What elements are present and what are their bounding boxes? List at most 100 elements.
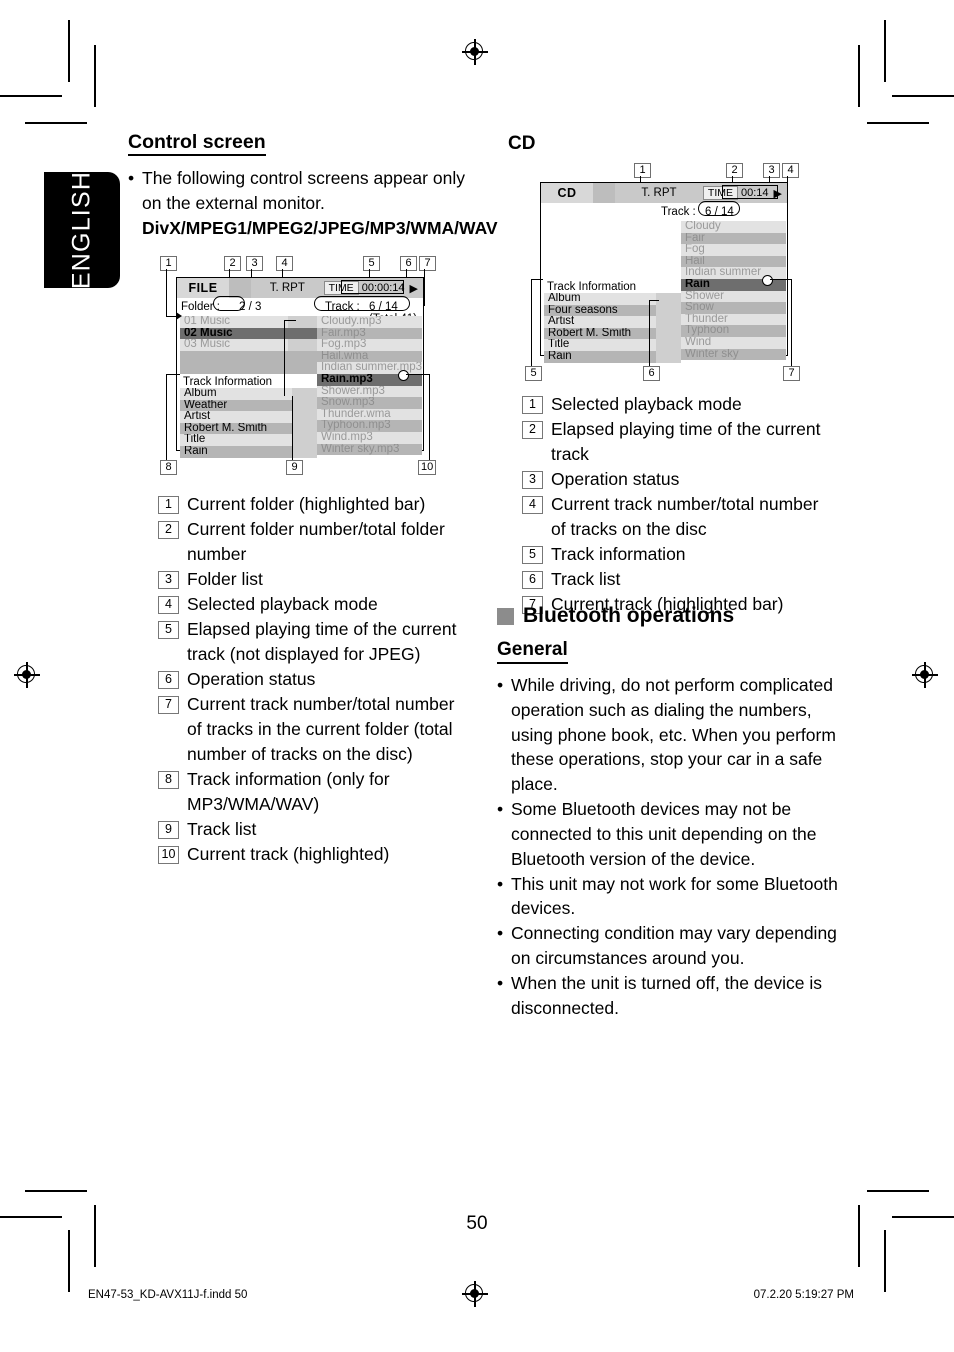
play-triangle-icon: ▶ [409,282,418,295]
legend-text: Track information (only for MP3/WMA/WAV) [187,769,390,815]
leader-line [649,300,659,302]
general-bullet: • Connecting condition may vary dependin… [497,921,842,971]
callout-9: 9 [286,460,303,475]
cd-track-list-item[interactable]: Fog [681,244,786,256]
crop-mark [68,1230,70,1292]
general-heading: General [497,639,568,664]
header-spacer [593,183,615,203]
playback-mode-label: T. RPT [269,282,305,294]
bullet-dot-icon: • [497,973,504,994]
cd-track-info-value-title: Rain [544,350,656,363]
cd-track-information-header: Track Information [544,281,656,293]
legend-number: 10 [158,846,179,865]
cd-track-list[interactable]: Cloudy Fair Fog Hail Indian summer Rain … [681,221,786,361]
general-bullet-text: Some Bluetooth devices may not be connec… [511,799,817,869]
cd-legend-text: Current track number/total number of tra… [551,494,819,540]
cd-track-list-item[interactable]: Snow [681,302,786,314]
leader-line [166,374,168,470]
crop-mark [892,95,954,97]
legend-text: Elapsed playing time of the current trac… [187,619,457,665]
bullet-dot-icon: • [497,799,504,820]
cd-label-text: CD [508,133,536,154]
crop-mark [25,1190,87,1192]
folder-list-item[interactable]: 01 Music [180,316,288,328]
legend-item: 7 Current track number/total number of t… [158,692,470,767]
track-info-value-artist: Robert M. Smith [180,422,292,435]
legend-item: 8 Track information (only for MP3/WMA/WA… [158,767,470,817]
legend-text: Current track (highlighted) [187,844,390,865]
track-list-item[interactable]: Cloudy.mp3 [317,316,422,328]
crop-mark [867,122,929,124]
leader-line [531,279,533,375]
cd-legend-number: 3 [522,471,543,490]
general-bullet-text: Connecting condition may vary depending … [511,923,837,969]
cd-track-list-item[interactable]: Cloudy [681,221,786,233]
cd-track-list-item[interactable]: Wind [681,336,786,349]
cd-screen-legend: 1 Selected playback mode 2 Elapsed playi… [522,392,834,617]
cd-callout-6: 6 [643,366,660,381]
track-info-field-artist: Artist [180,411,292,423]
track-list-item[interactable]: Shower.mp3 [317,385,422,398]
bluetooth-section: Bluetooth operations General • While dri… [497,604,842,1021]
cd-track-info-scroll-gutter [656,293,681,363]
cd-track-list-item[interactable]: Thunder [681,313,786,326]
general-bullet: • While driving, do not perform complica… [497,673,842,797]
general-bullet-text: While driving, do not perform complicate… [511,674,836,795]
cd-track-list-item[interactable]: Fair [681,232,786,245]
track-list[interactable]: Cloudy.mp3 Fair.mp3 Fog.mp3 Hail.wma Ind… [317,316,422,456]
bullet-dot-icon: • [497,674,504,695]
leader-line [531,279,543,281]
track-list-item[interactable]: Fog.mp3 [317,339,422,351]
callout-7: 7 [419,256,436,271]
track-list-item[interactable]: Wind.mp3 [317,431,422,444]
track-list-item[interactable]: Thunder.wma [317,408,422,421]
cd-legend-text: Selected playback mode [551,394,742,414]
leader-line [292,396,294,470]
cd-callout-7: 7 [783,366,800,381]
track-list-item[interactable]: Winter sky.mp3 [317,443,422,456]
leader-line [429,374,431,470]
current-track-marker-icon [398,370,409,381]
cd-track-list-item[interactable]: Winter sky [681,348,786,361]
leader-line [770,279,792,281]
leader-line [292,396,294,398]
leader-line [166,374,180,376]
bluetooth-heading-text: Bluetooth operations [523,604,735,627]
track-info-field-album: Album [180,388,292,400]
section-marker-icon [497,607,514,625]
folder-list-item[interactable]: 03 Music [180,339,288,351]
track-list-item[interactable]: Typhoon.mp3 [317,420,422,432]
leader-line [284,320,286,396]
cd-track-list-item[interactable]: Hail [681,255,786,268]
callout-3: 3 [246,256,263,271]
cd-track-list-item[interactable]: Shower [681,290,786,303]
leader-line [649,300,651,375]
legend-item: 3 Folder list [158,567,470,592]
legend-text: Track list [187,819,257,840]
legend-number: 7 [158,696,179,715]
legend-item: 5 Elapsed playing time of the current tr… [158,617,470,667]
legend-item: 1 Current folder (highlighted bar) [158,492,470,517]
general-bullet: • This unit may not work for some Blueto… [497,872,842,922]
callout-10: 10 [418,460,437,475]
crop-mark [94,45,96,107]
crop-mark [0,95,62,97]
control-screen-heading: Control screen [128,131,266,157]
track-list-item[interactable]: Hail.wma [317,350,422,363]
cd-track-value-highlight-ring [698,201,740,216]
cd-legend-item: 6 Track list [522,567,834,592]
cd-current-track-marker-icon [762,275,773,286]
legend-text: Folder list [187,569,263,590]
cd-playback-mode-label: T. RPT [641,187,677,199]
track-list-item[interactable]: Snow.mp3 [317,397,422,409]
cd-track-info-field-album: Album [544,293,656,305]
folder-list[interactable]: 01 Music 02 Music 03 Music [180,316,288,374]
cd-legend-item: 4 Current track number/total number of t… [522,492,834,542]
bullet-dot-icon: • [497,923,504,944]
track-information-panel: Track Information Album Weather Artist R… [180,376,292,458]
cd-track-list-item[interactable]: Typhoon [681,325,786,337]
folder-list-item-current[interactable]: 02 Music [180,327,288,340]
bullet-dot-icon: • [497,873,504,894]
track-list-item[interactable]: Fair.mp3 [317,327,422,340]
track-info-value-album: Weather [180,399,292,412]
